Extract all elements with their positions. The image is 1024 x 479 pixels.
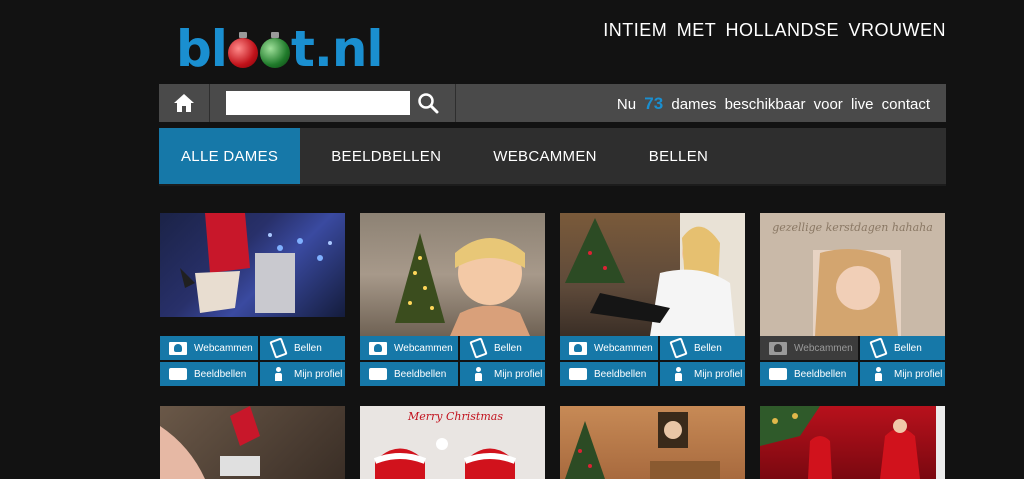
webcam-button[interactable]: Webcammen (760, 336, 860, 362)
category-nav: ALLE DAMES BEELDBELLEN WEBCAMMEN BELLEN (159, 128, 946, 186)
beeldbellen-button[interactable]: Beeldbellen (160, 362, 260, 388)
logo-text-end: t.nl (290, 20, 384, 78)
search-icon (418, 93, 439, 114)
ornament-green-icon (259, 32, 290, 68)
profile-label: Mijn profiel (894, 368, 943, 380)
webcam-icon (369, 341, 387, 355)
profile-button[interactable]: Mijn profiel (860, 362, 945, 388)
webcam-icon (769, 341, 787, 355)
profile-button[interactable]: Mijn profiel (660, 362, 745, 388)
webcam-label: Webcammen (194, 342, 253, 354)
profile-card: Merry Christmas (360, 406, 545, 479)
home-icon (174, 94, 194, 112)
home-button[interactable] (159, 84, 210, 122)
person-icon (474, 367, 482, 381)
profile-label: Mijn profiel (294, 368, 343, 380)
profile-label: Mijn profiel (694, 368, 743, 380)
profile-card (560, 406, 745, 479)
beeldbellen-label: Beeldbellen (194, 368, 247, 380)
profile-card: Webcammen Bellen Beeldbellen Mijn profie… (160, 213, 345, 388)
profile-label: Mijn profiel (494, 368, 543, 380)
profile-photo[interactable] (560, 213, 745, 336)
videocall-icon (569, 368, 587, 380)
card-actions: Webcammen Bellen Beeldbellen Mijn profie… (760, 336, 945, 388)
profile-photo[interactable]: Merry Christmas (360, 406, 545, 479)
webcam-label: Webcammen (394, 342, 453, 354)
online-count: 73 (644, 94, 664, 113)
tab-alle-dames[interactable]: ALLE DAMES (159, 128, 301, 184)
phone-icon (668, 337, 688, 359)
photo-scene (760, 406, 945, 479)
beeldbellen-button[interactable]: Beeldbellen (760, 362, 860, 388)
profile-photo[interactable] (760, 406, 945, 479)
status-prefix: Nu (616, 96, 637, 113)
photo-scene (160, 406, 260, 479)
profile-photo[interactable]: gezellige kerstdagen hahaha (760, 213, 945, 336)
divider (455, 84, 456, 122)
videocall-icon (169, 368, 187, 380)
search-input[interactable] (226, 91, 410, 115)
profile-card: Webcammen Bellen Beeldbellen Mijn profie… (560, 213, 745, 388)
person-icon (874, 367, 882, 381)
photo-scene (180, 213, 332, 313)
bellen-label: Bellen (694, 342, 722, 354)
profile-card: gezellige kerstdagen hahaha Webcammen Be… (760, 213, 945, 388)
search-bar: Nu 73 dames beschikbaar voor live contac… (159, 84, 946, 122)
tab-bellen[interactable]: BELLEN (623, 128, 730, 184)
phone-icon (868, 337, 888, 359)
search-button[interactable] (415, 91, 441, 115)
photo-scene (373, 438, 517, 479)
card-actions: Webcammen Bellen Beeldbellen Mijn profie… (560, 336, 745, 388)
person-icon (274, 367, 282, 381)
beeldbellen-button[interactable]: Beeldbellen (360, 362, 460, 388)
webcam-button[interactable]: Webcammen (360, 336, 460, 362)
videocall-icon (369, 368, 387, 380)
beeldbellen-label: Beeldbellen (594, 368, 647, 380)
bellen-button[interactable]: Bellen (260, 336, 345, 362)
phone-icon (468, 337, 488, 359)
bellen-label: Bellen (494, 342, 522, 354)
bellen-label: Bellen (294, 342, 322, 354)
photo-scene (565, 213, 745, 336)
webcam-button[interactable]: Webcammen (160, 336, 260, 362)
profile-card (760, 406, 945, 479)
beeldbellen-label: Beeldbellen (794, 368, 847, 380)
webcam-icon (169, 341, 187, 355)
profile-card (160, 406, 345, 479)
logo-text-start: bl (176, 20, 228, 78)
photo-scene (813, 249, 901, 336)
bellen-label: Bellen (894, 342, 922, 354)
webcam-icon (569, 341, 587, 355)
beeldbellen-label: Beeldbellen (394, 368, 447, 380)
bellen-button[interactable]: Bellen (660, 336, 745, 362)
webcam-button[interactable]: Webcammen (560, 336, 660, 362)
webcam-label: Webcammen (794, 342, 853, 354)
tab-beeldbellen[interactable]: BEELDBELLEN (300, 128, 467, 184)
card-actions: Webcammen Bellen Beeldbellen Mijn profie… (160, 336, 345, 388)
profile-photo[interactable] (360, 213, 545, 336)
phone-icon (268, 337, 288, 359)
profile-photo[interactable] (560, 406, 745, 479)
profile-button[interactable]: Mijn profiel (460, 362, 545, 388)
photo-scene (395, 233, 530, 336)
profile-photo[interactable] (160, 406, 345, 479)
profile-photo[interactable] (160, 213, 345, 317)
ornament-red-icon (227, 32, 258, 68)
profile-card: Webcammen Bellen Beeldbellen Mijn profie… (360, 213, 545, 388)
bellen-button[interactable]: Bellen (460, 336, 545, 362)
tagline: INTIEM MET HOLLANDSE VROUWEN (603, 20, 946, 40)
status-suffix: dames beschikbaar voor live contact (671, 96, 930, 113)
beeldbellen-button[interactable]: Beeldbellen (560, 362, 660, 388)
webcam-label: Webcammen (594, 342, 653, 354)
tab-webcammen[interactable]: WEBCAMMEN (467, 128, 623, 184)
card-actions: Webcammen Bellen Beeldbellen Mijn profie… (360, 336, 545, 388)
availability-status: Nu 73 dames beschikbaar voor live contac… (617, 94, 930, 114)
bellen-button[interactable]: Bellen (860, 336, 945, 362)
photo-scene (565, 412, 720, 479)
profile-button[interactable]: Mijn profiel (260, 362, 345, 388)
videocall-icon (769, 368, 787, 380)
person-icon (674, 367, 682, 381)
site-logo[interactable]: bl t.nl (176, 18, 384, 78)
